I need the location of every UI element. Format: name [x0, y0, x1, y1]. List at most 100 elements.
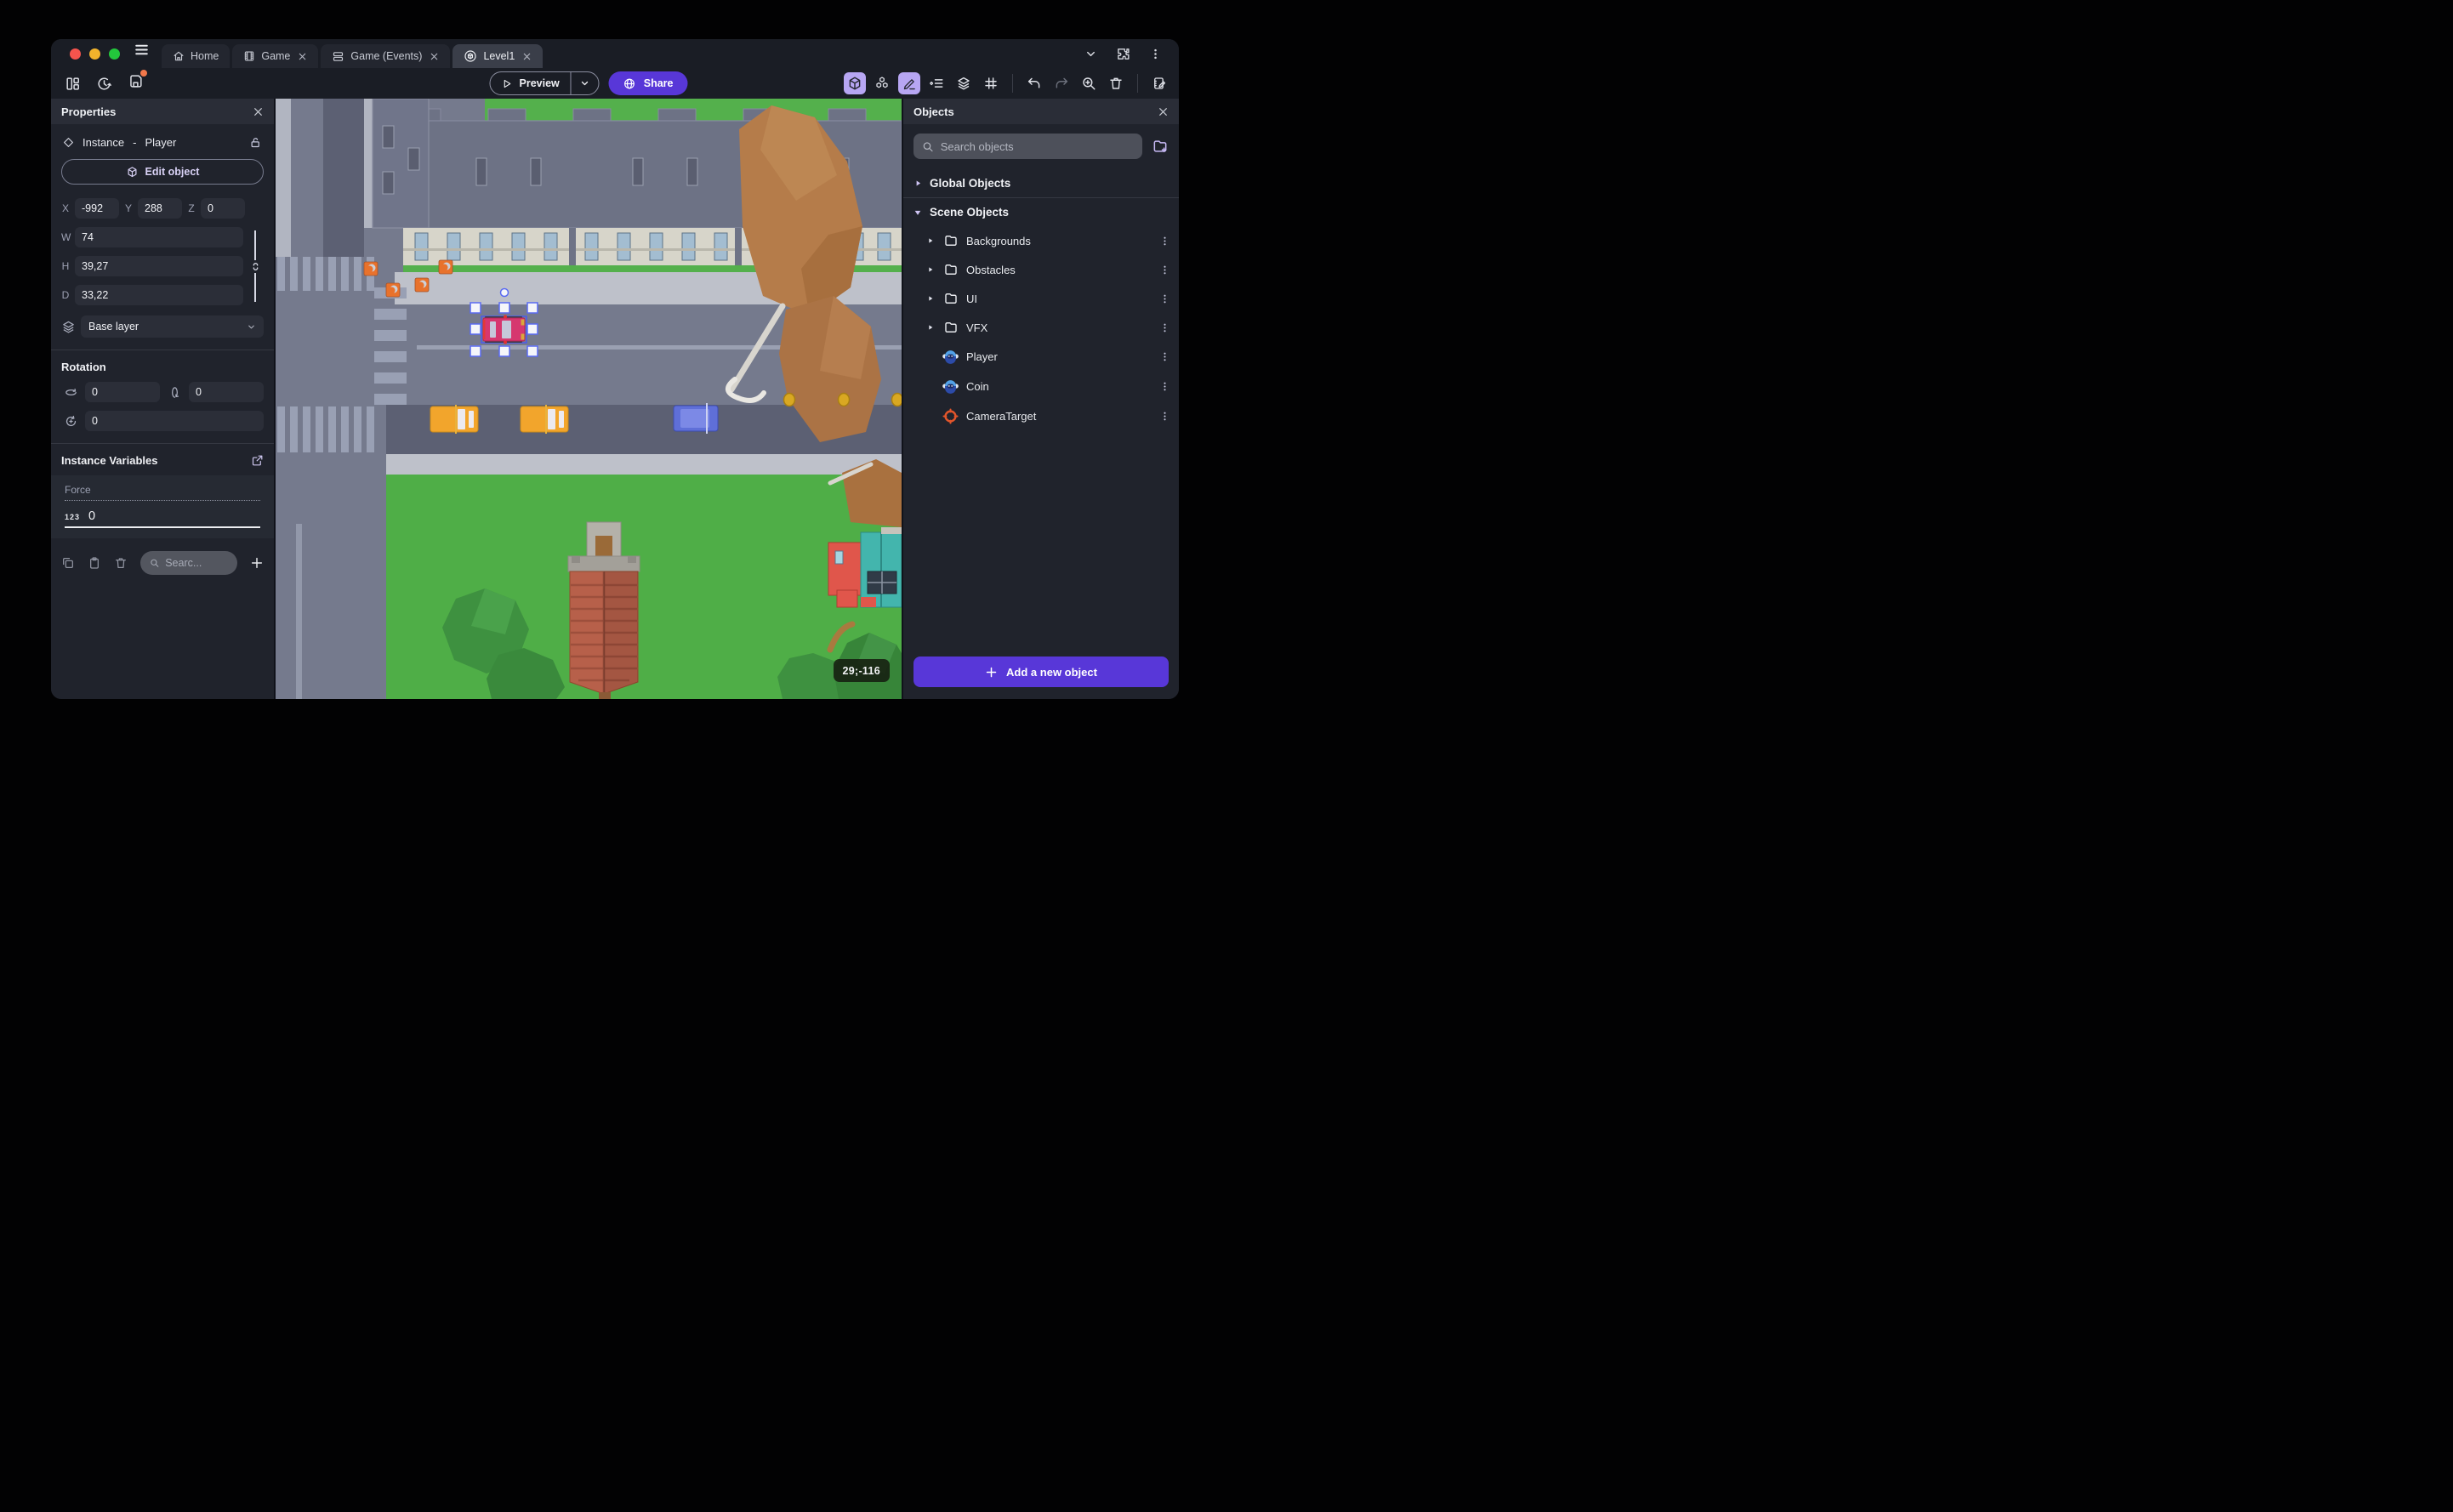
layers-button[interactable] [953, 72, 975, 94]
history-icon[interactable] [96, 76, 112, 92]
home-icon [174, 51, 184, 61]
edit-object-button[interactable]: Edit object [61, 159, 264, 185]
add-variable-button[interactable] [250, 556, 264, 570]
folder-obstacles[interactable]: Obstacles [903, 255, 1179, 284]
d-label: D [61, 289, 70, 301]
scene-notes-button[interactable] [1148, 72, 1170, 94]
objects-blocks-button[interactable] [871, 72, 893, 94]
group-global-objects[interactable]: Global Objects [903, 169, 1179, 197]
tab-home[interactable]: Home [162, 44, 231, 68]
grid-icon [985, 77, 997, 89]
delete-button[interactable] [1105, 72, 1127, 94]
paste-icon[interactable] [88, 556, 101, 570]
kebab-menu-icon[interactable] [1159, 351, 1170, 362]
extensions-puzzle-icon[interactable] [1116, 47, 1130, 61]
kebab-menu-icon[interactable] [1159, 322, 1170, 333]
menu-icon[interactable] [134, 42, 150, 62]
objects-search-input[interactable] [940, 139, 1134, 153]
chevron-down-icon[interactable] [1084, 48, 1097, 60]
minimize-window-button[interactable] [89, 48, 100, 60]
object-camera-target[interactable]: CameraTarget [903, 401, 1179, 431]
maximize-window-button[interactable] [109, 48, 120, 60]
instance-variables-title: Instance Variables [61, 454, 158, 467]
tab-label: Home [191, 50, 219, 62]
variable-value[interactable]: 0 [88, 509, 95, 523]
instances-list-icon [930, 79, 943, 88]
title-bar: Home Game Game (Events) Level1 [51, 39, 1179, 68]
open-variables-external-icon[interactable] [251, 454, 264, 467]
folder-ui[interactable]: UI [903, 284, 1179, 313]
add-new-object-button[interactable]: Add a new object [913, 657, 1169, 687]
height-input[interactable] [75, 256, 243, 276]
y-label: Y [124, 202, 132, 214]
events-list-icon [333, 51, 344, 61]
redo-button[interactable] [1050, 72, 1073, 94]
depth-input[interactable] [75, 285, 243, 305]
add-folder-button[interactable] [1152, 138, 1169, 155]
tab-game-events[interactable]: Game (Events) [321, 44, 451, 68]
folder-icon [944, 293, 957, 304]
close-window-button[interactable] [70, 48, 81, 60]
rotation-title: Rotation [61, 361, 106, 373]
kebab-menu-icon[interactable] [1159, 381, 1170, 392]
search-icon [923, 141, 933, 151]
rotation-x-input[interactable] [85, 382, 160, 402]
grid-button[interactable] [980, 72, 1002, 94]
scene-canvas[interactable]: 29;-116 [276, 99, 902, 699]
x-label: X [61, 202, 69, 214]
rotate-y-icon [165, 385, 184, 400]
variable-row-force[interactable]: Force 123 0 [51, 475, 274, 538]
search-icon [151, 559, 159, 567]
close-icon[interactable] [522, 52, 532, 61]
close-icon[interactable] [298, 52, 307, 61]
kebab-menu-icon[interactable] [1159, 411, 1170, 422]
object-player[interactable]: Player [903, 342, 1179, 372]
main-toolbar: Preview Share [51, 68, 1179, 99]
scene-icon [464, 50, 477, 62]
folder-backgrounds[interactable]: Backgrounds [903, 226, 1179, 255]
chevron-right-icon [929, 238, 933, 243]
variables-search-input[interactable] [165, 557, 228, 569]
width-input[interactable] [75, 227, 243, 247]
tab-game[interactable]: Game [232, 44, 319, 68]
layer-select[interactable]: Base layer [81, 315, 264, 338]
cursor-coordinates-badge: 29;-116 [833, 659, 890, 682]
undo-button[interactable] [1023, 72, 1045, 94]
instances-list-button[interactable] [925, 72, 948, 94]
edit-mode-button[interactable] [898, 72, 920, 94]
kebab-menu-icon[interactable] [1149, 48, 1162, 60]
x-input[interactable] [75, 198, 119, 219]
kebab-menu-icon[interactable] [1159, 264, 1170, 276]
close-icon[interactable] [430, 52, 439, 61]
close-properties-button[interactable] [253, 106, 264, 117]
copy-icon[interactable] [61, 556, 75, 570]
kebab-menu-icon[interactable] [1159, 236, 1170, 247]
group-scene-objects[interactable]: Scene Objects [903, 198, 1179, 226]
folder-vfx[interactable]: VFX [903, 313, 1179, 342]
trash-icon[interactable] [114, 556, 128, 570]
rotation-z-input[interactable] [85, 411, 264, 431]
objects-search[interactable] [913, 134, 1142, 159]
tab-bar: Home Game Game (Events) Level1 [162, 39, 544, 68]
variables-search[interactable] [140, 551, 237, 575]
tab-level1[interactable]: Level1 [452, 44, 544, 68]
camera-target-icon [942, 408, 959, 424]
z-label: Z [188, 202, 195, 214]
panels-layout-icon[interactable] [65, 76, 81, 92]
preview-options-button[interactable] [572, 72, 599, 94]
preview-button[interactable]: Preview [489, 71, 600, 95]
h-label: H [61, 260, 70, 272]
object-coin[interactable]: Coin [903, 372, 1179, 401]
z-input[interactable] [201, 198, 245, 219]
zoom-in-button[interactable] [1078, 72, 1100, 94]
share-button[interactable]: Share [608, 71, 688, 95]
y-input[interactable] [138, 198, 182, 219]
lock-ratio-link-icon[interactable] [248, 230, 262, 302]
properties-title: Properties [61, 105, 117, 118]
close-objects-button[interactable] [1158, 106, 1169, 117]
blocks-icon [876, 77, 888, 88]
kebab-menu-icon[interactable] [1159, 293, 1170, 304]
toggle-3d-view-button[interactable] [844, 72, 866, 94]
rotation-y-input[interactable] [189, 382, 264, 402]
unlock-icon[interactable] [249, 136, 262, 149]
